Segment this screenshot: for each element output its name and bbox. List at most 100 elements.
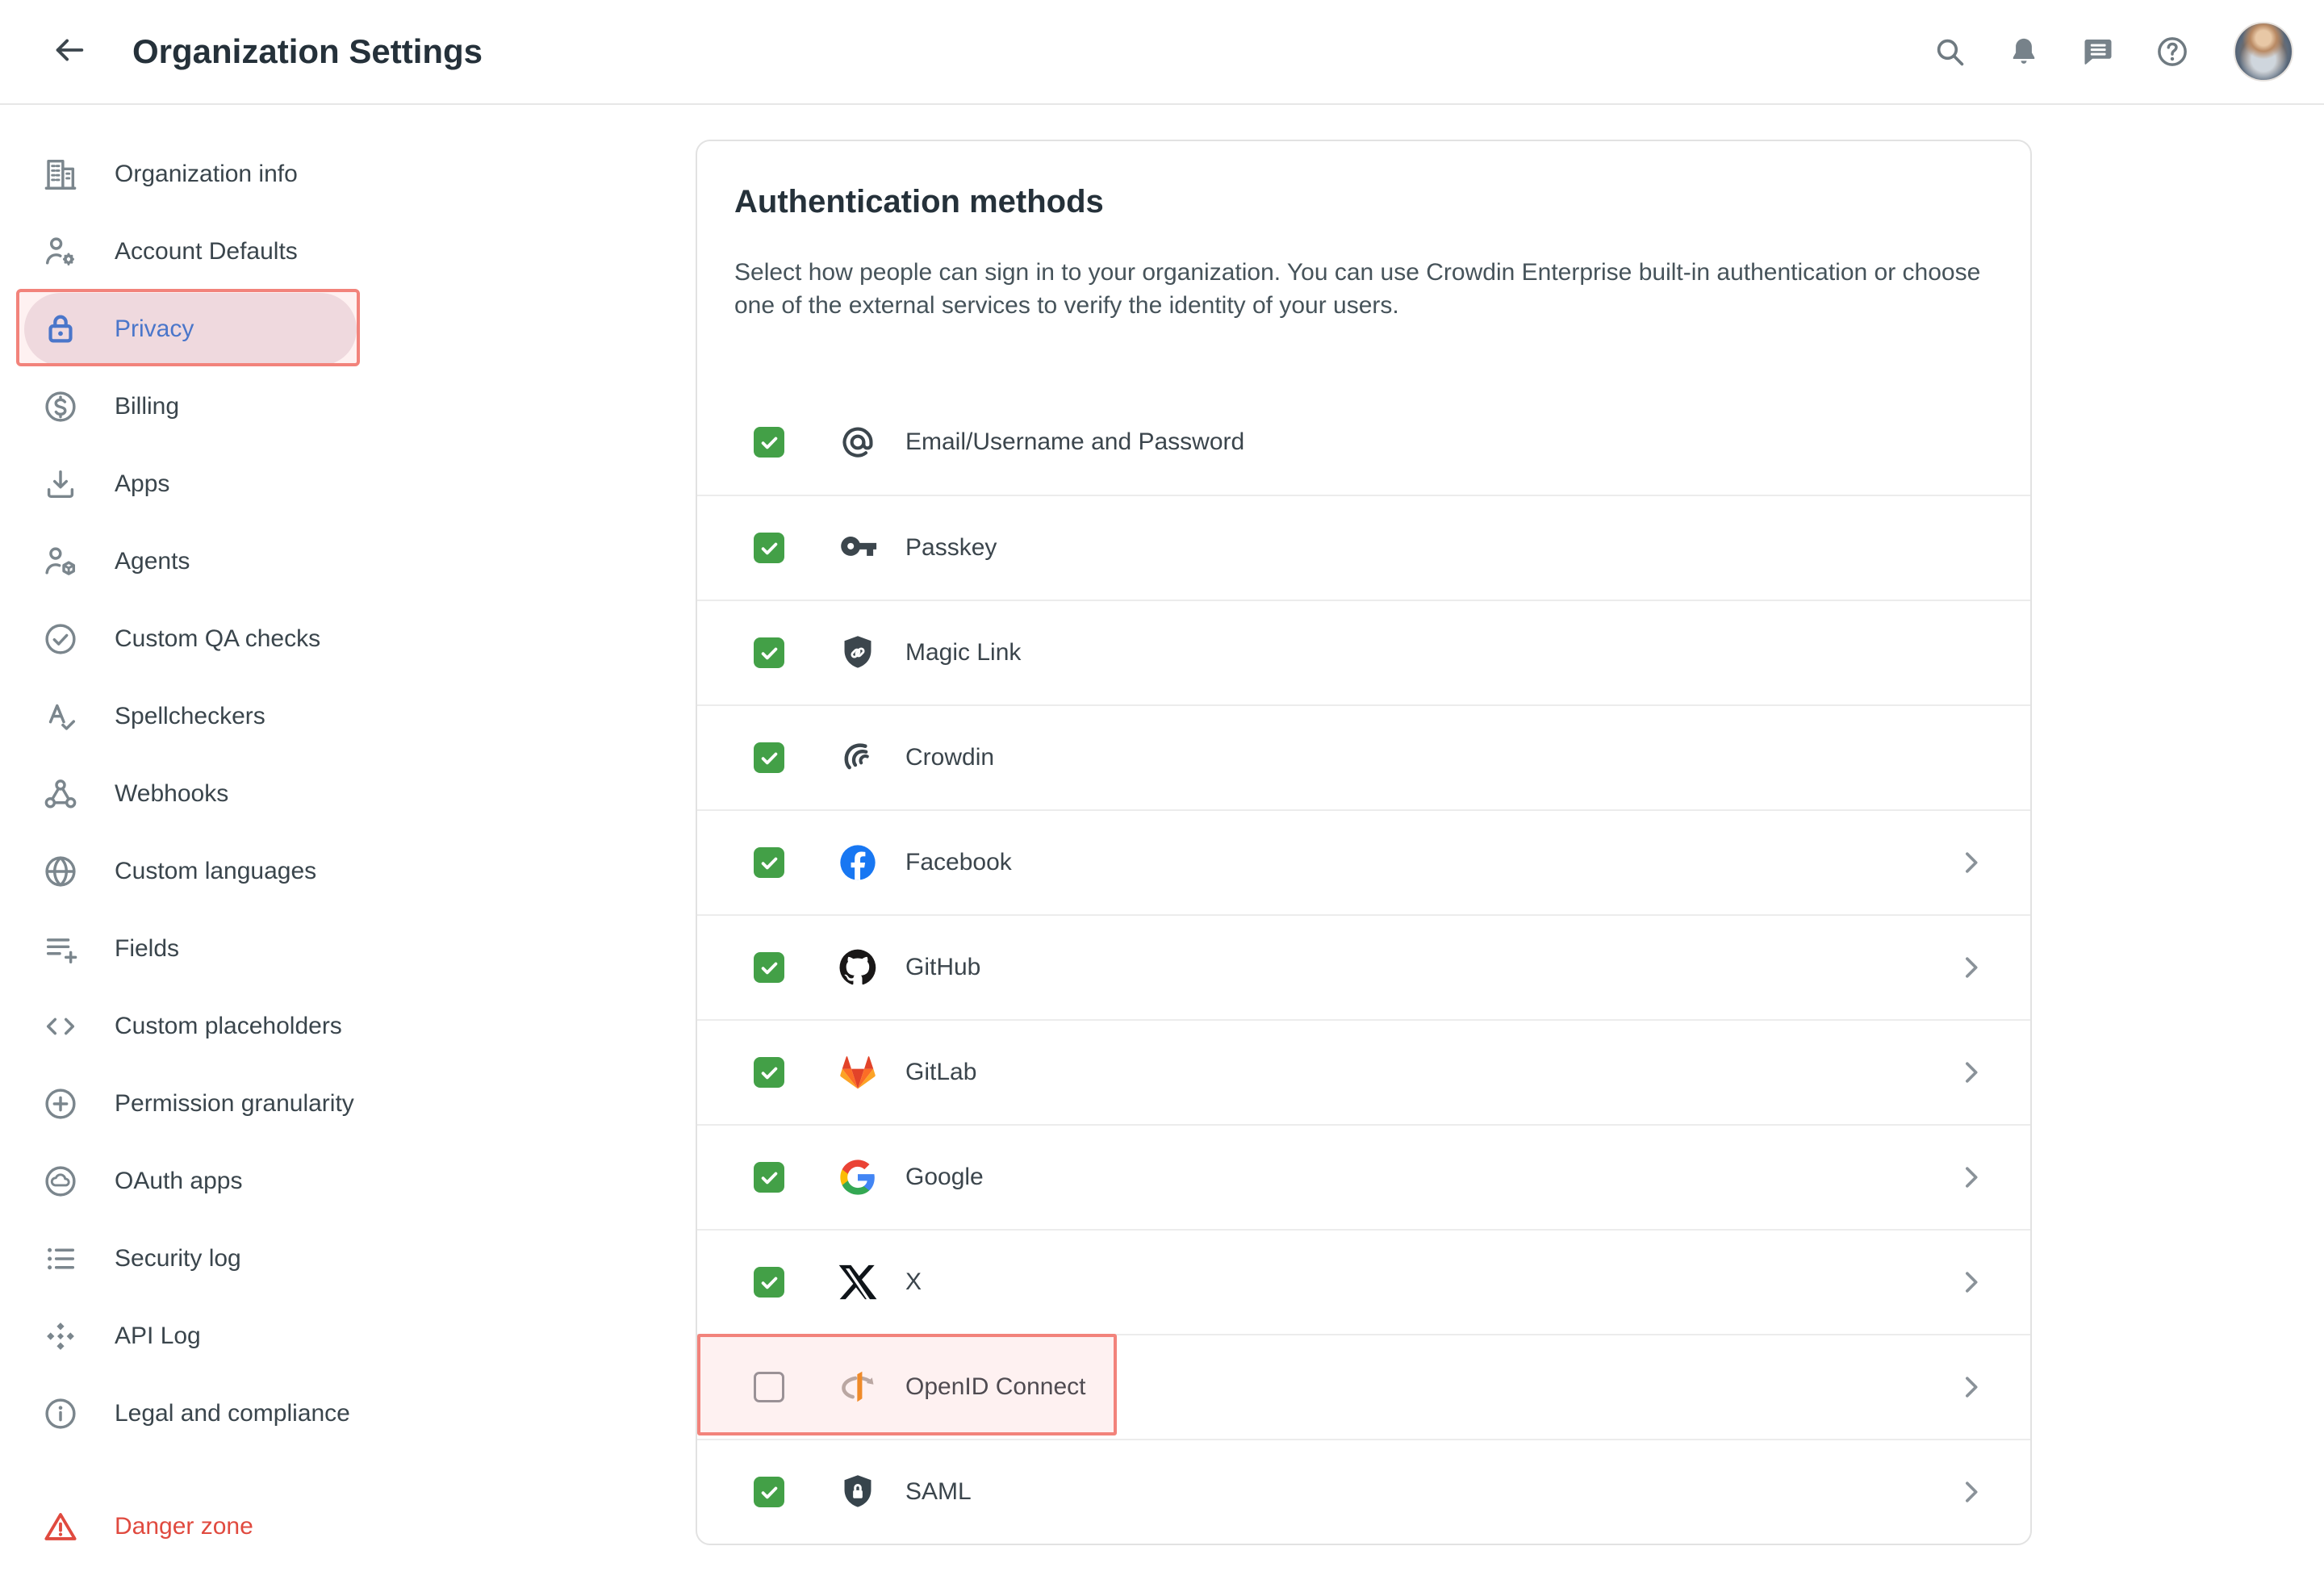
bulleted-list-icon [42,1240,79,1277]
sidebar-item-label: Spellcheckers [115,703,265,729]
auth-method-row-passkey[interactable]: Passkey [697,495,2030,600]
auth-method-row-x[interactable]: X [697,1229,2030,1334]
auth-method-row-email-username-and-password[interactable]: Email/Username and Password [697,390,2030,495]
sidebar-item-label: Danger zone [115,1513,253,1540]
settings-sidebar: Organization info Account Defaults Privacy… [0,105,670,1565]
sidebar-item-label: API Log [115,1323,201,1349]
sidebar-item-privacy[interactable]: Privacy [0,290,670,368]
auth-method-row-saml[interactable]: SAML [697,1439,2030,1544]
back-button[interactable] [47,29,92,74]
cloud-circle-icon [42,1163,79,1200]
x-icon [836,1260,880,1304]
sidebar-item-permission-granularity[interactable]: Permission granularity [0,1065,670,1143]
auth-methods-list: Email/Username and Password Passkey Magic … [697,390,2030,1544]
sidebar-item-organization-info[interactable]: Organization info [0,136,670,213]
auth-method-label: Facebook [905,849,1012,875]
sidebar-item-label: Webhooks [115,780,229,807]
auth-method-row-github[interactable]: GitHub [697,914,2030,1019]
notifications-bell-icon[interactable] [2004,32,2043,71]
saml-checkbox[interactable] [754,1477,784,1507]
diamonds-icon [42,1318,79,1355]
person-cube-icon [42,543,79,580]
auth-method-row-google[interactable]: Google [697,1124,2030,1229]
plus-circle-icon [42,1085,79,1122]
shield-link-icon [836,631,880,675]
sidebar-item-spellcheckers[interactable]: Spellcheckers [0,678,670,755]
chevron-right-icon[interactable] [1954,951,1987,984]
gitlab-checkbox[interactable] [754,1057,784,1088]
person-gear-icon [42,233,79,270]
sidebar-item-oauth-apps[interactable]: OAuth apps [0,1143,670,1220]
download-icon [42,466,79,503]
auth-method-label: GitHub [905,954,981,980]
auth-method-row-crowdin[interactable]: Crowdin [697,704,2030,809]
email-username-and-password-checkbox[interactable] [754,427,784,458]
auth-method-label: Google [905,1164,984,1190]
sidebar-item-danger-zone[interactable]: Danger zone [0,1488,670,1565]
auth-method-row-openid-connect[interactable]: OpenID Connect [697,1334,2030,1439]
sidebar-item-label: Apps [115,470,170,497]
building-icon [42,156,79,193]
sidebar-item-api-log[interactable]: API Log [0,1298,670,1375]
sidebar-item-webhooks[interactable]: Webhooks [0,755,670,833]
chevron-right-icon[interactable] [1954,846,1987,879]
auth-method-label: X [905,1268,922,1295]
code-brackets-icon [42,1008,79,1045]
chevron-right-icon[interactable] [1954,1371,1987,1403]
messages-icon[interactable] [2079,32,2117,71]
lock-icon [42,311,79,348]
facebook-checkbox[interactable] [754,847,784,878]
facebook-icon [836,841,880,884]
auth-method-row-facebook[interactable]: Facebook [697,809,2030,914]
back-arrow-icon [51,31,88,73]
user-avatar[interactable] [2234,22,2293,81]
page-title: Organization Settings [132,32,483,70]
auth-method-row-magic-link[interactable]: Magic Link [697,600,2030,704]
sidebar-item-label: Organization info [115,161,298,187]
sidebar-item-legal-and-compliance[interactable]: Legal and compliance [0,1375,670,1452]
google-icon [836,1155,880,1199]
sidebar-item-custom-qa-checks[interactable]: Custom QA checks [0,600,670,678]
sidebar-item-label: Legal and compliance [115,1400,350,1427]
globe-icon [42,853,79,890]
sidebar-item-label: Custom QA checks [115,625,321,652]
key-icon [836,526,880,570]
auth-method-label: GitLab [905,1059,977,1085]
sidebar-item-label: Privacy [115,316,194,342]
magic-link-checkbox[interactable] [754,637,784,668]
openid-connect-checkbox[interactable] [754,1372,784,1402]
chevron-right-icon[interactable] [1954,1056,1987,1089]
info-circle-icon [42,1395,79,1432]
chevron-right-icon[interactable] [1954,1161,1987,1193]
sidebar-item-custom-languages[interactable]: Custom languages [0,833,670,910]
auth-method-label: Crowdin [905,744,995,771]
sidebar-item-security-log[interactable]: Security log [0,1220,670,1298]
chevron-right-icon[interactable] [1954,1476,1987,1508]
header-actions [1930,22,2293,81]
chevron-right-icon[interactable] [1954,1266,1987,1298]
crowdin-checkbox[interactable] [754,742,784,773]
openid-icon [836,1365,880,1409]
github-icon [836,946,880,989]
sidebar-item-apps[interactable]: Apps [0,445,670,523]
x-checkbox[interactable] [754,1267,784,1298]
page-content: Organization info Account Defaults Privacy… [0,105,2324,1565]
github-checkbox[interactable] [754,952,784,983]
sidebar-item-label: Custom placeholders [115,1013,342,1039]
passkey-checkbox[interactable] [754,533,784,563]
sidebar-item-label: Permission granularity [115,1090,354,1117]
spellcheck-icon [42,698,79,735]
auth-method-label: Passkey [905,534,997,561]
sidebar-item-custom-placeholders[interactable]: Custom placeholders [0,988,670,1065]
sidebar-item-fields[interactable]: Fields [0,910,670,988]
card-description: Select how people can sign in to your or… [734,259,1981,319]
auth-method-label: Email/Username and Password [905,428,1245,455]
sidebar-item-billing[interactable]: Billing [0,368,670,445]
help-icon[interactable] [2153,32,2192,71]
sidebar-item-agents[interactable]: Agents [0,523,670,600]
google-checkbox[interactable] [754,1162,784,1193]
auth-method-row-gitlab[interactable]: GitLab [697,1019,2030,1124]
sidebar-item-account-defaults[interactable]: Account Defaults [0,213,670,290]
search-icon[interactable] [1930,32,1969,71]
sidebar-item-label: Agents [115,548,190,575]
